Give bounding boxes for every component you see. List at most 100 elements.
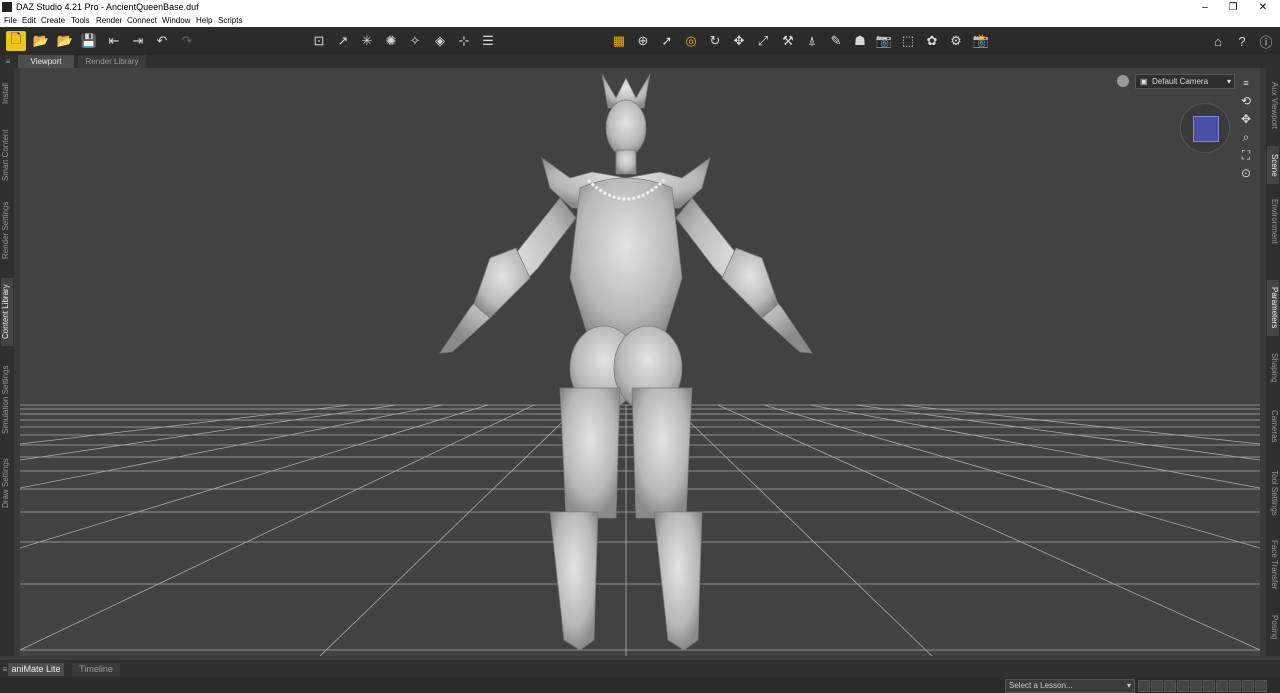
undo-icon[interactable]: ↶ [152, 31, 172, 51]
zoom-icon[interactable]: ⌕ [1238, 128, 1254, 146]
menu-render[interactable]: Render [96, 16, 122, 25]
new-scene-icon[interactable]: 🗋 [6, 31, 26, 51]
menu-edit[interactable]: Edit [22, 16, 36, 25]
3d-viewport[interactable] [20, 68, 1260, 656]
camera-icon: ▣ [1140, 77, 1148, 86]
lesson-step-button[interactable] [1151, 680, 1163, 692]
cube-face-back[interactable] [1193, 116, 1219, 142]
create-spotlight-icon[interactable]: ↗ [333, 31, 353, 51]
help-icon[interactable]: ⓘ [1256, 31, 1276, 51]
create-distant-light-icon[interactable]: ✳ [357, 31, 377, 51]
merge-icon[interactable]: 📂 [55, 31, 75, 51]
align-icon[interactable]: ☰ [478, 31, 498, 51]
lesson-step-button[interactable] [1242, 680, 1254, 692]
select-pointer-icon[interactable]: ➚ [657, 31, 677, 51]
camera-controls: ▣ Default Camera ▾ [1115, 74, 1235, 89]
import-icon[interactable]: ⇤ [104, 31, 124, 51]
camera-dropdown[interactable]: ▣ Default Camera ▾ [1135, 74, 1235, 89]
joint-editor-icon[interactable]: ⚒ [778, 31, 798, 51]
window-title: DAZ Studio 4.21 Pro - AncientQueenBase.d… [16, 2, 199, 12]
pan-icon[interactable]: ✥ [1238, 110, 1254, 128]
close-icon[interactable]: ✕ [1254, 1, 1272, 14]
tab-simulation-settings[interactable]: Simulation Settings [1, 358, 13, 442]
menu-file[interactable]: File [4, 16, 17, 25]
lesson-placeholder: Select a Lesson... [1009, 681, 1073, 690]
node-selection-icon[interactable]: ▦ [609, 31, 629, 51]
tab-cameras[interactable]: Cameras [1267, 402, 1279, 450]
tab-aux-viewport[interactable]: Aux Viewport [1267, 74, 1279, 136]
tab-render-library[interactable]: Render Library [78, 55, 146, 68]
menu-scripts[interactable]: Scripts [218, 16, 242, 25]
save-icon[interactable]: 💾 [79, 31, 99, 51]
lesson-step-button[interactable] [1203, 680, 1215, 692]
tab-face-transfer[interactable]: Face Transfer [1267, 534, 1279, 596]
lesson-step-button[interactable] [1164, 680, 1176, 692]
menu-help[interactable]: Help [196, 16, 212, 25]
tab-timeline[interactable]: Timeline [72, 663, 120, 676]
lesson-step-button[interactable] [1255, 680, 1267, 692]
translate-icon[interactable]: ✥ [729, 31, 749, 51]
create-point-light-icon[interactable]: ✺ [381, 31, 401, 51]
lesson-dropdown[interactable]: Select a Lesson... ▾ [1005, 679, 1135, 693]
spot-render-icon[interactable]: 📷 [874, 31, 894, 51]
lesson-step-button[interactable] [1177, 680, 1189, 692]
home-icon[interactable]: ⌂ [1208, 31, 1228, 51]
tab-scene[interactable]: Scene [1267, 146, 1279, 184]
create-primitive-icon[interactable]: ◈ [430, 31, 450, 51]
tab-animate-lite[interactable]: aniMate Lite [8, 663, 64, 676]
menu-bar: File Edit Create Tools Render Connect Wi… [0, 15, 1280, 27]
tab-draw-settings[interactable]: Draw Settings [1, 452, 13, 514]
bottom-tab-bar: ≡ aniMate Lite Timeline [0, 660, 1280, 678]
tab-posing[interactable]: Posing [1267, 608, 1279, 646]
open-icon[interactable]: 📂 [31, 31, 51, 51]
menu-window[interactable]: Window [162, 16, 190, 25]
figure-fit-icon[interactable]: ☗ [850, 31, 870, 51]
minimize-icon[interactable]: – [1196, 1, 1214, 14]
rotate-icon[interactable]: ↻ [705, 31, 725, 51]
create-camera-icon[interactable]: ⊡ [309, 31, 329, 51]
lesson-step-button[interactable] [1216, 680, 1228, 692]
viewport-tabs: ≡ Viewport Render Library [0, 55, 1280, 68]
render-settings-icon[interactable]: ⚙ [946, 31, 966, 51]
menu-connect[interactable]: Connect [127, 16, 157, 25]
menu-create[interactable]: Create [41, 16, 65, 25]
viewport-options-icon[interactable]: ≡ [1238, 74, 1254, 92]
tab-parameters[interactable]: Parameters [1267, 280, 1279, 336]
create-null-icon[interactable]: ⊹ [454, 31, 474, 51]
view-cube[interactable] [1180, 103, 1230, 153]
tab-tool-settings[interactable]: Tool Settings [1267, 464, 1279, 522]
restore-icon[interactable]: ❐ [1224, 1, 1242, 14]
tab-viewport[interactable]: Viewport [18, 55, 74, 68]
lesson-step-button[interactable] [1138, 680, 1150, 692]
geometry-editor-icon[interactable]: ⍋ [802, 31, 822, 51]
tab-content-library[interactable]: Content Library [1, 278, 13, 346]
whats-this-icon[interactable]: ? [1232, 31, 1252, 51]
universal-tool-icon[interactable]: ⊕ [633, 31, 653, 51]
scale-icon[interactable]: ⤢ [753, 31, 773, 51]
tab-environment[interactable]: Environment [1267, 192, 1279, 250]
tab-smart-content[interactable]: Smart Content [1, 122, 13, 188]
redo-icon[interactable]: ↷ [177, 31, 197, 51]
surface-selection-icon[interactable]: ✎ [826, 31, 846, 51]
tab-install[interactable]: Install [1, 74, 13, 114]
shading-mode-icon[interactable] [1117, 75, 1129, 87]
light-tool-icon[interactable]: ✿ [922, 31, 942, 51]
active-pose-icon[interactable]: ◎ [681, 31, 701, 51]
pane-menu-icon[interactable]: ≡ [2, 55, 14, 68]
create-linear-light-icon[interactable]: ✧ [405, 31, 425, 51]
export-icon[interactable]: ⇥ [128, 31, 148, 51]
region-select-icon[interactable]: ⬚ [898, 31, 918, 51]
reset-view-icon[interactable]: ⊙ [1238, 164, 1254, 182]
frame-icon[interactable]: ⛶ [1238, 146, 1254, 164]
main-toolbar: 🗋 📂 📂 💾 ⇤ ⇥ ↶ ↷ ⊡ ↗ ✳ ✺ ✧ ◈ ⊹ ☰ ▦ ⊕ ➚ ◎ … [0, 27, 1280, 55]
menu-tools[interactable]: Tools [71, 16, 90, 25]
camera-label: Default Camera [1152, 77, 1209, 86]
tab-shaping[interactable]: Shaping [1267, 346, 1279, 390]
tab-render-settings[interactable]: Render Settings [1, 196, 13, 264]
chevron-down-icon: ▾ [1226, 77, 1231, 86]
lesson-step-button[interactable] [1229, 680, 1241, 692]
lesson-step-button[interactable] [1190, 680, 1202, 692]
title-bar: DAZ Studio 4.21 Pro - AncientQueenBase.d… [0, 0, 1280, 15]
orbit-icon[interactable]: ⟲ [1238, 92, 1254, 110]
render-icon[interactable]: 📸 [971, 31, 991, 51]
